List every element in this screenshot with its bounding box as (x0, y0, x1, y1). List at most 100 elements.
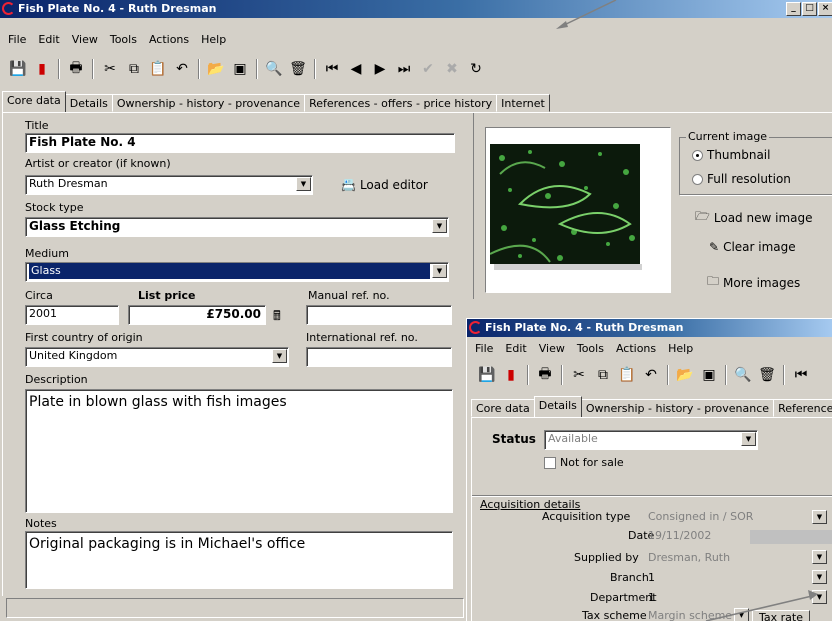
supplied-by-label: Supplied by (574, 551, 639, 564)
load-editor-button[interactable]: 📇 Load editor (341, 178, 428, 192)
next-record-icon[interactable]: ▶ (368, 58, 392, 80)
notes-textarea[interactable]: Original packaging is in Michael's offic… (25, 531, 453, 589)
find-icon[interactable]: 🔍 (731, 364, 755, 386)
toolbar-separator (256, 59, 258, 79)
clear-image-button[interactable]: ✎ Clear image (709, 240, 796, 254)
country-label: First country of origin (25, 331, 143, 344)
menu-actions[interactable]: Actions (610, 342, 662, 355)
not-for-sale-checkbox[interactable]: Not for sale (544, 456, 624, 469)
thumbnail-radio[interactable]: Thumbnail (692, 148, 770, 162)
menu-help[interactable]: Help (662, 342, 699, 355)
description-textarea[interactable]: Plate in blown glass with fish images (25, 389, 453, 513)
details-window: Fish Plate No. 4 - Ruth Dresman File Edi… (466, 318, 832, 621)
last-record-icon[interactable]: ⏭ (392, 58, 416, 80)
menu-file[interactable]: File (469, 342, 499, 355)
tab-details[interactable]: Details (533, 396, 582, 417)
chevron-down-icon[interactable]: ▼ (812, 550, 827, 564)
tab-details[interactable]: Details (64, 94, 113, 112)
artist-dropdown[interactable]: Ruth Dresman ▼ (25, 175, 313, 195)
form-icon[interactable]: ▣ (228, 58, 252, 80)
load-new-image-button[interactable]: 🗁 Load new image (695, 207, 813, 228)
list-price-label: List price (138, 289, 196, 302)
paste-icon[interactable]: 📋 (615, 364, 639, 386)
book-icon[interactable]: ▮ (499, 364, 523, 386)
title-input[interactable]: Fish Plate No. 4 (25, 133, 455, 153)
save-icon[interactable]: 💾 (6, 58, 30, 80)
tab-core-data[interactable]: Core data (471, 399, 535, 417)
window-title: Fish Plate No. 4 - Ruth Dresman (18, 2, 217, 15)
chevron-down-icon[interactable]: ▼ (812, 510, 827, 524)
list-price-input[interactable]: £750.00 (128, 305, 266, 325)
more-images-button[interactable]: 🗀 More images (707, 272, 800, 293)
eraser-icon: ✎ (709, 240, 720, 254)
form-icon[interactable]: ▣ (697, 364, 721, 386)
menu-edit[interactable]: Edit (32, 33, 65, 46)
tab-references[interactable]: References - offers - price history (304, 94, 498, 112)
chevron-down-icon[interactable]: ▼ (741, 432, 756, 446)
book-icon[interactable]: ▮ (30, 58, 54, 80)
chevron-down-icon[interactable]: ▼ (272, 349, 287, 363)
menu-tools[interactable]: Tools (571, 342, 610, 355)
full-resolution-radio[interactable]: Full resolution (692, 172, 791, 186)
tab-references[interactable]: Reference (773, 399, 832, 417)
minimize-button[interactable]: _ (786, 2, 801, 16)
menu-actions[interactable]: Actions (143, 33, 195, 46)
tab-ownership[interactable]: Ownership - history - provenance (111, 94, 306, 112)
close-button[interactable]: × (818, 2, 832, 16)
menu-tools[interactable]: Tools (104, 33, 143, 46)
tab-internet[interactable]: Internet (496, 94, 550, 112)
menu-help[interactable]: Help (195, 33, 232, 46)
thumbnail-option-label: Thumbnail (707, 148, 771, 162)
first-record-icon[interactable]: ⏮ (789, 364, 813, 386)
chevron-down-icon[interactable]: ▼ (812, 590, 827, 604)
tab-core-data[interactable]: Core data (2, 91, 66, 112)
print-icon[interactable]: 🖶 (64, 58, 88, 80)
manual-ref-input[interactable] (306, 305, 452, 325)
cancel-icon[interactable]: ✖ (440, 58, 464, 80)
save-icon[interactable]: 💾 (475, 364, 499, 386)
menu-view[interactable]: View (66, 33, 104, 46)
intl-ref-input[interactable] (306, 347, 452, 367)
calculator-icon[interactable]: 🖩 (273, 307, 281, 329)
paste-icon[interactable]: 📋 (146, 58, 170, 80)
undo-icon[interactable]: ↶ (170, 58, 194, 80)
cut-icon[interactable]: ✂ (98, 58, 122, 80)
open-folder-icon[interactable]: 📂 (673, 364, 697, 386)
undo-icon[interactable]: ↶ (639, 364, 663, 386)
chevron-down-icon[interactable]: ▼ (432, 219, 447, 233)
cut-icon[interactable]: ✂ (567, 364, 591, 386)
bin-icon[interactable]: 🗑 (286, 58, 310, 80)
chevron-down-icon[interactable]: ▼ (296, 177, 311, 191)
chevron-down-icon[interactable]: ▼ (734, 608, 749, 621)
chevron-down-icon[interactable]: ▼ (812, 570, 827, 584)
previous-record-icon[interactable]: ◀ (344, 58, 368, 80)
first-record-icon[interactable]: ⏮ (320, 58, 344, 80)
country-dropdown[interactable]: United Kingdom ▼ (25, 347, 289, 367)
menu-file[interactable]: File (2, 33, 32, 46)
tab-ownership[interactable]: Ownership - history - provenance (580, 399, 775, 417)
chevron-down-icon[interactable]: ▼ (432, 264, 447, 278)
more-images-label: More images (723, 275, 801, 290)
toolbar: 💾 ▮ 🖶 ✂ ⧉ 📋 ↶ 📂 ▣ 🔍 🗑 ⏮ ◀ ▶ ⏭ ✔ ✖ ↻ (0, 53, 488, 85)
refresh-icon[interactable]: ↻ (464, 58, 488, 80)
print-icon[interactable]: 🖶 (533, 364, 557, 386)
find-icon[interactable]: 🔍 (262, 58, 286, 80)
details-title-bar[interactable]: Fish Plate No. 4 - Ruth Dresman (467, 319, 832, 337)
toolbar-separator (58, 59, 60, 79)
menu-edit[interactable]: Edit (499, 342, 532, 355)
status-dropdown[interactable]: Available ▼ (544, 430, 758, 450)
menu-view[interactable]: View (533, 342, 571, 355)
open-folder-icon[interactable]: 📂 (204, 58, 228, 80)
bin-icon[interactable]: 🗑 (755, 364, 779, 386)
circa-input[interactable]: 2001 (25, 305, 119, 325)
copy-icon[interactable]: ⧉ (122, 58, 146, 80)
medium-dropdown[interactable]: Glass ▼ (25, 262, 449, 282)
stock-type-dropdown[interactable]: Glass Etching ▼ (25, 217, 449, 237)
copy-icon[interactable]: ⧉ (591, 364, 615, 386)
fish-plate-thumbnail[interactable] (490, 144, 640, 264)
thumbnail-frame (485, 127, 671, 293)
title-bar[interactable]: Fish Plate No. 4 - Ruth Dresman _ □ × (0, 0, 832, 18)
maximize-button[interactable]: □ (802, 2, 817, 16)
confirm-icon[interactable]: ✔ (416, 58, 440, 80)
tax-rate-button[interactable]: Tax rate (752, 610, 810, 621)
